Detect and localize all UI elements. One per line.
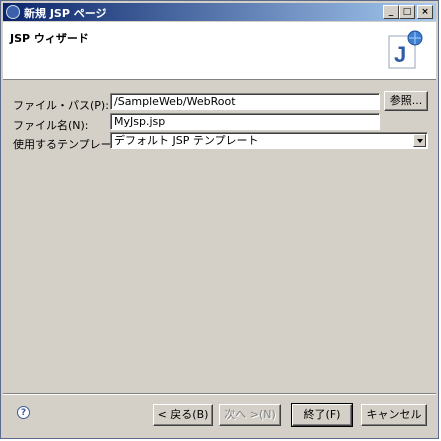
minimize-button[interactable]: _ — [383, 5, 399, 19]
cancel-button[interactable]: キャンセル — [361, 404, 427, 426]
help-icon[interactable]: ? — [17, 406, 30, 419]
file-name-label: ファイル名(N): — [13, 119, 89, 132]
chevron-down-icon[interactable] — [413, 134, 426, 147]
wizard-title: JSP ウィザード — [10, 32, 89, 45]
back-button[interactable]: < 戻る(B) — [153, 404, 213, 426]
wizard-dialog: 新規 JSP ページ _ □ × JSP ウィザード J ファイル・パス(P):… — [0, 0, 439, 439]
finish-button[interactable]: 終了(F) — [291, 403, 353, 427]
window-title: 新規 JSP ページ — [24, 7, 107, 20]
file-path-label: ファイル・パス(P): — [13, 99, 109, 112]
title-bar[interactable]: 新規 JSP ページ _ □ × — [3, 3, 436, 21]
browse-button[interactable]: 参照... — [384, 91, 428, 111]
jsp-icon-letter: J — [394, 42, 406, 67]
file-name-field[interactable]: MyJsp.jsp — [110, 113, 380, 130]
footer-separator — [3, 393, 436, 395]
file-path-field[interactable]: /SampleWeb/WebRoot — [110, 93, 380, 110]
template-select-value: デフォルト JSP テンプレート — [114, 134, 259, 147]
app-globe-icon — [6, 5, 20, 19]
jsp-wizard-icon: J — [388, 30, 423, 69]
template-select[interactable]: デフォルト JSP テンプレート — [110, 132, 428, 149]
maximize-button[interactable]: □ — [399, 5, 415, 19]
next-button[interactable]: 次へ >(N) — [219, 404, 281, 426]
close-button[interactable]: × — [417, 5, 433, 19]
wizard-header: JSP ウィザード J — [3, 22, 436, 80]
